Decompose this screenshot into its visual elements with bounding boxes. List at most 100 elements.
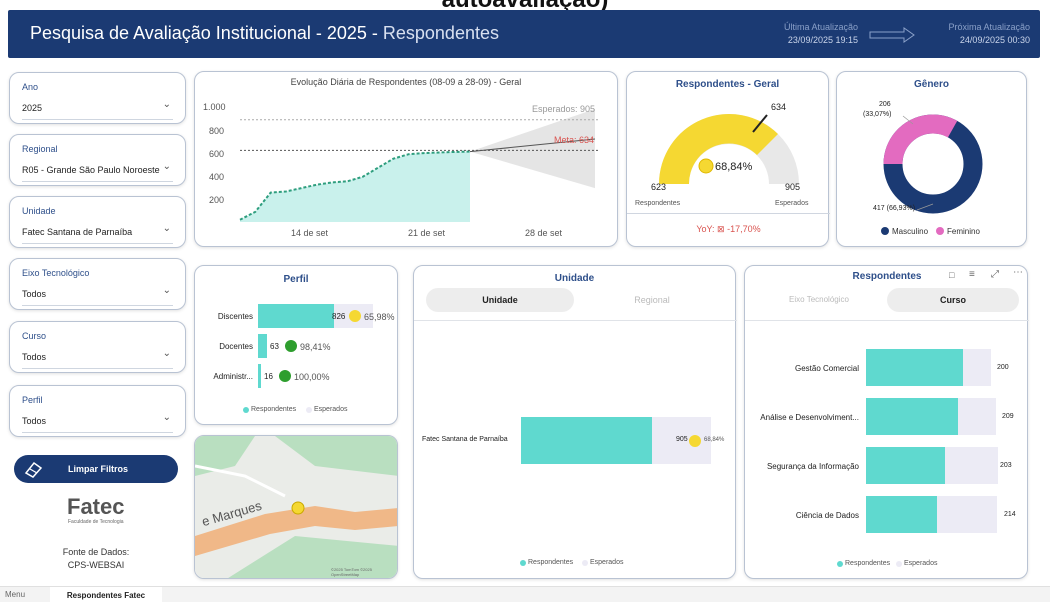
filter-value: Fatec Santana de Parnaíba bbox=[22, 227, 133, 237]
chevron-down-icon[interactable]: ⌄ bbox=[163, 161, 171, 172]
bar-ciencia-dados bbox=[866, 496, 937, 533]
filter-ano[interactable]: Ano 2025 ⌄ bbox=[9, 72, 186, 124]
filter-curso[interactable]: Curso Todos ⌄ bbox=[9, 321, 186, 373]
chevron-down-icon[interactable]: ⌄ bbox=[163, 99, 171, 110]
filter-label: Regional bbox=[22, 144, 58, 154]
gauge-target-label: 634 bbox=[771, 102, 787, 112]
legend-esperados: Esperados bbox=[590, 559, 624, 566]
gender-label-fem: 206 bbox=[879, 101, 891, 108]
legend-feminino: Feminino bbox=[947, 227, 980, 236]
curso-row-value: 214 bbox=[1004, 511, 1016, 518]
legend-marker-masculino bbox=[881, 227, 889, 235]
gender-label-masc: 417 (66,93%) bbox=[873, 205, 916, 212]
gauge-expected-value: 905 bbox=[785, 182, 801, 192]
respondents-area bbox=[240, 151, 470, 222]
page-tab-bar: Menu Respondentes Fatec bbox=[0, 586, 1050, 602]
perfil-card: Perfil Discentes 826 65,98% Docentes 63 … bbox=[194, 265, 398, 425]
filter-label: Curso bbox=[22, 331, 47, 341]
perfil-row-pct: 98,41% bbox=[300, 342, 331, 352]
chevron-down-icon[interactable]: ⌄ bbox=[163, 412, 171, 423]
respondents-gauge-card: Respondentes - Geral 634 68,84% 623 Resp… bbox=[626, 71, 830, 247]
filter-eixo-tecnologico[interactable]: Eixo Tecnológico Todos ⌄ bbox=[9, 258, 186, 310]
filter-perfil[interactable]: Perfil Todos ⌄ bbox=[9, 385, 186, 437]
tab-respondentes-fatec[interactable]: Respondentes Fatec bbox=[50, 587, 162, 602]
curso-row-value: 203 bbox=[1000, 462, 1012, 469]
location-marker-icon bbox=[291, 501, 305, 515]
legend-masculino: Masculino bbox=[892, 227, 929, 236]
curso-row-label: Segurança da Informação bbox=[766, 462, 859, 471]
report-title-main: Pesquisa de Avaliação Institucional - 20… bbox=[30, 23, 383, 43]
legend-respondentes: Respondentes bbox=[251, 406, 297, 413]
status-icon-green bbox=[279, 370, 291, 382]
legend-marker-esperados bbox=[582, 560, 588, 566]
legend-marker-respondentes bbox=[837, 561, 843, 567]
unidade-row-value: 905 bbox=[676, 436, 688, 443]
legend-marker-esperados bbox=[896, 561, 902, 567]
gauge-status-icon bbox=[698, 158, 714, 174]
clear-filters-button[interactable]: Limpar Filtros bbox=[14, 455, 178, 483]
status-icon-yellow bbox=[349, 310, 361, 322]
perfil-row-label: Administr... bbox=[213, 372, 253, 381]
filter-value: Todos bbox=[22, 416, 47, 426]
chevron-down-icon[interactable]: ⌄ bbox=[163, 285, 171, 296]
legend-respondentes: Respondentes bbox=[845, 560, 891, 567]
perfil-row-value: 16 bbox=[264, 372, 273, 381]
legend-marker-feminino bbox=[936, 227, 944, 235]
map-credit: ©2025 TomTom ©2025 OpenStreetMap bbox=[331, 567, 372, 577]
bar-docentes bbox=[258, 334, 267, 358]
gauge-percent: 68,84% bbox=[715, 161, 753, 173]
x-tick: 21 de set bbox=[408, 228, 446, 238]
perfil-row-pct: 100,00% bbox=[294, 372, 330, 382]
chevron-down-icon[interactable]: ⌄ bbox=[163, 348, 171, 359]
filter-label: Eixo Tecnológico bbox=[22, 268, 90, 278]
perfil-row-value: 826 bbox=[332, 312, 346, 321]
filter-regional[interactable]: Regional R05 - Grande São Paulo Noroeste… bbox=[9, 134, 186, 186]
respondentes-bar-chart bbox=[837, 349, 998, 567]
unidade-row-label: Fatec Santana de Parnaíba bbox=[422, 436, 508, 443]
unidade-card: Unidade Unidade Regional Fatec Santana d… bbox=[413, 265, 737, 579]
gauge-respondents-value: 623 bbox=[651, 182, 667, 192]
last-update: Última Atualização 23/09/2025 19:15 bbox=[738, 21, 858, 47]
perfil-row-value: 63 bbox=[270, 342, 279, 351]
report-title-sub: Respondentes bbox=[382, 23, 499, 43]
data-source-label: Fonte de Dados: bbox=[62, 547, 130, 557]
filter-label: Ano bbox=[22, 82, 39, 92]
legend-marker-respondentes bbox=[243, 407, 249, 413]
unidade-row-pct: 68,84% bbox=[704, 437, 725, 443]
map-card[interactable]: e Marques ©2025 TomTom ©2025 OpenStreetM… bbox=[194, 435, 398, 579]
perfil-row-label: Discentes bbox=[217, 312, 253, 321]
clear-filters-label: Limpar Filtros bbox=[68, 464, 129, 474]
gender-label-fem-pct: (33,07%) bbox=[863, 111, 892, 118]
gauge-chart bbox=[659, 113, 799, 184]
gender-card: Gênero 206 (33,07%) 417 (66,93%) Masculi… bbox=[836, 71, 1027, 247]
bar-fatec-santana bbox=[521, 417, 652, 464]
filter-value: Todos bbox=[22, 289, 47, 299]
curso-row-value: 200 bbox=[997, 364, 1009, 371]
bar-discentes bbox=[258, 304, 334, 328]
legend-esperados: Esperados bbox=[314, 406, 348, 413]
meta-label: Meta: 634 bbox=[554, 135, 595, 145]
chevron-down-icon[interactable]: ⌄ bbox=[163, 223, 171, 234]
legend-marker-esperados bbox=[306, 407, 312, 413]
bar-administrativo bbox=[258, 364, 261, 388]
fatec-logo: Fatec bbox=[67, 494, 125, 519]
filter-value: R05 - Grande São Paulo Noroeste bbox=[22, 165, 160, 175]
data-source-value: CPS-WEBSAI bbox=[67, 560, 125, 570]
unidade-bar-chart bbox=[520, 417, 711, 566]
curso-row-value: 209 bbox=[1002, 413, 1014, 420]
next-update: Próxima Atualização 24/09/2025 00:30 bbox=[908, 21, 1030, 47]
gauge-expected-label: Esperados bbox=[775, 200, 809, 207]
gauge-respondents-label: Respondentes bbox=[635, 200, 681, 207]
last-update-label: Última Atualização bbox=[783, 22, 858, 32]
gender-donut-chart bbox=[881, 114, 983, 235]
perfil-row-label: Docentes bbox=[219, 342, 253, 351]
filter-unidade[interactable]: Unidade Fatec Santana de Parnaíba ⌄ bbox=[9, 196, 186, 248]
legend-respondentes: Respondentes bbox=[528, 559, 574, 566]
tab-menu[interactable]: Menu bbox=[5, 590, 25, 599]
bar-seguranca-informacao bbox=[866, 447, 945, 484]
report-header: Pesquisa de Avaliação Institucional - 20… bbox=[8, 10, 1040, 58]
curso-row-label: Ciência de Dados bbox=[795, 511, 859, 520]
expected-label: Esperados: 905 bbox=[532, 104, 596, 114]
bar-analise-desenvolvimento bbox=[866, 398, 958, 435]
legend-esperados: Esperados bbox=[904, 560, 938, 567]
